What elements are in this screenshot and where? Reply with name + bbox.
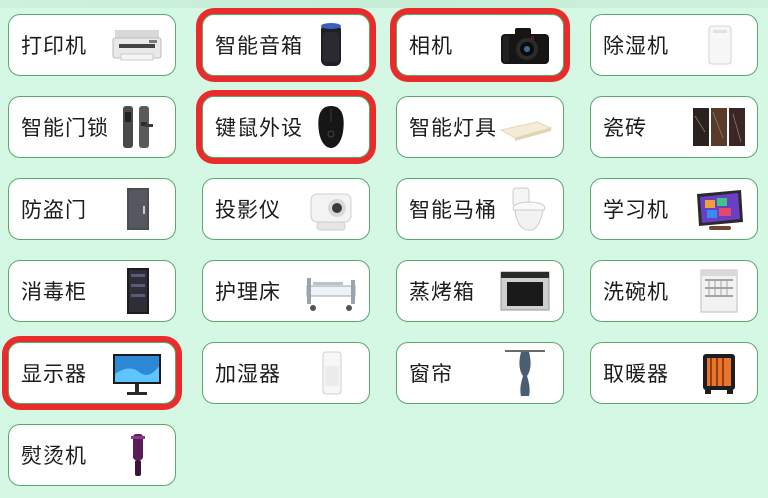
category-tile-dehumidifier[interactable]: 除湿机: [590, 14, 758, 76]
svg-text:R: R: [531, 36, 535, 42]
category-tile-monitor[interactable]: 显示器: [8, 342, 176, 404]
category-label: 智能门锁: [21, 116, 109, 140]
security-door-icon: [109, 184, 165, 234]
sterilizer-cabinet-icon: [109, 266, 165, 316]
category-tile-door-lock[interactable]: 智能门锁: [8, 96, 176, 158]
category-label: 智能灯具: [409, 116, 497, 140]
category-label: 除湿机: [603, 34, 669, 58]
toilet-icon: [497, 184, 553, 234]
category-tile-garment-steamer[interactable]: 熨烫机: [8, 424, 176, 486]
smart-speaker-icon: [303, 20, 359, 70]
steam-oven-icon: [497, 266, 553, 316]
category-label: 护理床: [215, 280, 281, 304]
category-label: 瓷砖: [603, 116, 647, 140]
projector-icon: [303, 184, 359, 234]
category-label: 智能马桶: [409, 198, 497, 222]
category-label: 蒸烤箱: [409, 280, 475, 304]
monitor-icon: [109, 348, 165, 398]
camera-icon: R: [497, 20, 553, 70]
category-tile-projector[interactable]: 投影仪: [202, 178, 370, 240]
category-tile-smart-speaker[interactable]: 智能音箱: [202, 14, 370, 76]
dishwasher-icon: [691, 266, 747, 316]
category-label: 智能音箱: [215, 34, 303, 58]
category-label: 投影仪: [215, 198, 281, 222]
category-tile-printer[interactable]: 打印机: [8, 14, 176, 76]
heater-icon: [691, 348, 747, 398]
dehumidifier-icon: [691, 20, 747, 70]
ceiling-light-icon: [497, 102, 553, 152]
category-tile-ceramic-tile[interactable]: 瓷砖: [590, 96, 758, 158]
category-tile-dishwasher[interactable]: 洗碗机: [590, 260, 758, 322]
door-lock-icon: [109, 102, 165, 152]
category-tile-learning-tablet[interactable]: 学习机: [590, 178, 758, 240]
category-tile-sterilizer[interactable]: 消毒柜: [8, 260, 176, 322]
category-tile-heater[interactable]: 取暖器: [590, 342, 758, 404]
category-label: 防盗门: [21, 198, 87, 222]
category-tile-camera[interactable]: 相机 R: [396, 14, 564, 76]
category-grid: 打印机 智能音箱 相机 R 除湿机 智能门锁 键鼠外设 智能灯具 瓷砖 防盗门 …: [0, 0, 768, 498]
category-label: 相机: [409, 34, 453, 58]
category-tile-security-door[interactable]: 防盗门: [8, 178, 176, 240]
category-label: 熨烫机: [21, 444, 87, 468]
nursing-bed-icon: [303, 266, 359, 316]
category-tile-curtain[interactable]: 窗帘: [396, 342, 564, 404]
category-tile-smart-toilet[interactable]: 智能马桶: [396, 178, 564, 240]
category-tile-mouse[interactable]: 键鼠外设: [202, 96, 370, 158]
category-label: 取暖器: [603, 362, 669, 386]
humidifier-icon: [303, 348, 359, 398]
mouse-icon: [303, 102, 359, 152]
category-label: 学习机: [603, 198, 669, 222]
category-tile-smart-light[interactable]: 智能灯具: [396, 96, 564, 158]
category-tile-nursing-bed[interactable]: 护理床: [202, 260, 370, 322]
tile-icon: [691, 102, 747, 152]
category-label: 键鼠外设: [215, 116, 303, 140]
category-tile-humidifier[interactable]: 加湿器: [202, 342, 370, 404]
category-label: 加湿器: [215, 362, 281, 386]
curtain-icon: [497, 348, 553, 398]
category-label: 洗碗机: [603, 280, 669, 304]
printer-icon: [109, 20, 165, 70]
garment-steamer-icon: [109, 430, 165, 480]
category-label: 显示器: [21, 362, 87, 386]
tablet-icon: [691, 184, 747, 234]
category-tile-steam-oven[interactable]: 蒸烤箱: [396, 260, 564, 322]
category-label: 窗帘: [409, 362, 453, 386]
category-label: 消毒柜: [21, 280, 87, 304]
category-label: 打印机: [21, 34, 87, 58]
